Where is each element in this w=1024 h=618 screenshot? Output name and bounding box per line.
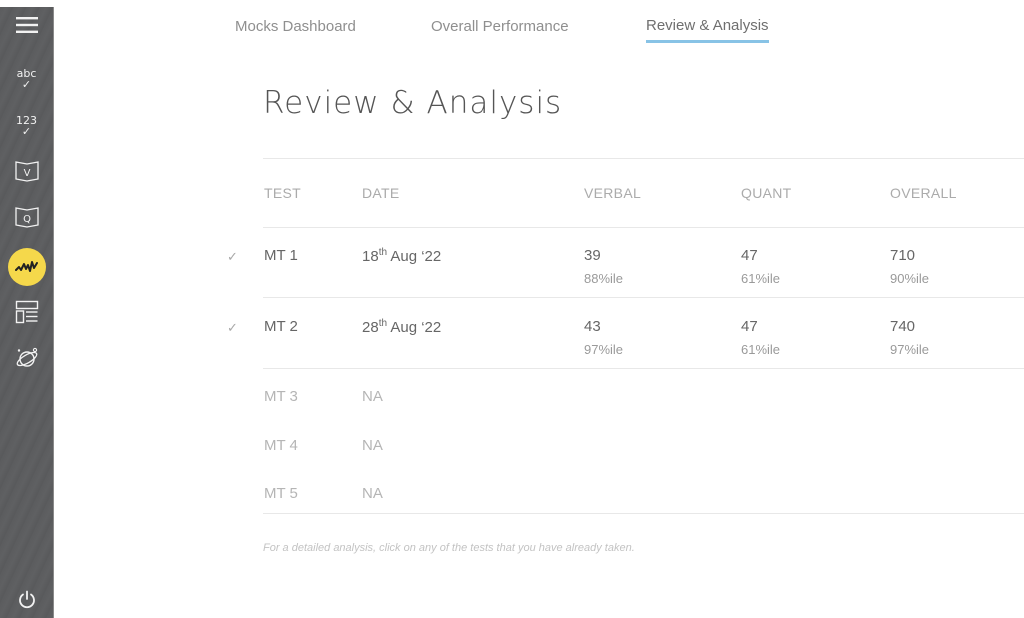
test-date: NA: [362, 485, 383, 502]
menu-button[interactable]: [0, 11, 53, 39]
test-name: MT 2: [264, 318, 298, 335]
date-rest: Aug ‘22: [387, 319, 442, 336]
tab-review-analysis[interactable]: Review & Analysis: [646, 17, 769, 43]
sidebar-item-verbal-book[interactable]: V: [0, 157, 53, 185]
pulse-wave-icon: [14, 261, 38, 272]
power-icon: [18, 590, 35, 609]
page-title: Review & Analysis: [263, 84, 563, 121]
quant-book-letter: Q: [23, 214, 31, 225]
quant-book-icon: Q: [14, 207, 39, 228]
test-name: MT 5: [264, 485, 298, 502]
layout-list-icon: [15, 300, 38, 324]
header-overall: OVERALL: [890, 185, 957, 201]
sidebar-item-layout[interactable]: [0, 297, 53, 327]
test-date: 28th Aug ‘22: [362, 318, 441, 336]
date-suffix: th: [378, 247, 388, 258]
quant-score: 47: [741, 318, 758, 335]
sidebar-item-verbal-practice[interactable]: abc ✓: [0, 63, 53, 95]
hamburger-menu-icon: [15, 17, 38, 33]
overall-percentile: 97%ile: [890, 342, 930, 357]
header-divider: [263, 227, 1024, 228]
header-test: TEST: [264, 185, 301, 201]
active-indicator: [7, 248, 46, 286]
completed-check-icon: ✓: [227, 249, 238, 264]
date-rest: Aug ‘22: [387, 248, 442, 265]
test-date: NA: [362, 437, 383, 454]
date-day: 18: [362, 248, 379, 265]
123-check-icon: 123 ✓: [16, 113, 37, 138]
date-suffix: th: [378, 318, 388, 329]
sidebar-item-quant-book[interactable]: Q: [0, 203, 53, 231]
verbal-score: 43: [584, 318, 601, 335]
planet-icon: [16, 347, 37, 367]
verbal-percentile: 97%ile: [584, 342, 624, 357]
logout-button[interactable]: [0, 587, 53, 613]
verbal-score: 39: [584, 247, 601, 264]
sidebar-item-mocks-analysis[interactable]: [0, 247, 53, 287]
verbal-percentile: 88%ile: [584, 271, 624, 286]
tab-overall-performance[interactable]: Overall Performance: [431, 18, 569, 35]
test-name: MT 1: [264, 247, 298, 264]
overall-percentile: 90%ile: [890, 271, 930, 286]
sidebar: abc ✓ 123 ✓ V Q: [0, 7, 54, 618]
overall-score: 740: [890, 318, 916, 335]
quant-percentile: 61%ile: [741, 342, 781, 357]
test-date: NA: [362, 388, 383, 405]
header-quant: QUANT: [741, 185, 792, 201]
quant-percentile: 61%ile: [741, 271, 781, 286]
verbal-book-icon: V: [14, 161, 39, 182]
overall-score: 710: [890, 247, 916, 264]
analysis-hint: For a detailed analysis, click on any of…: [263, 542, 635, 554]
abc-check-icon: abc ✓: [16, 66, 37, 91]
quant-score: 47: [741, 247, 758, 264]
header-verbal: VERBAL: [584, 185, 642, 201]
row-divider: [263, 368, 1024, 369]
row-divider: [263, 297, 1024, 298]
test-name: MT 3: [264, 388, 298, 405]
test-date: 18th Aug ‘22: [362, 247, 441, 265]
test-name: MT 4: [264, 437, 298, 454]
table-top-divider: [263, 158, 1024, 159]
tab-mocks-dashboard[interactable]: Mocks Dashboard: [235, 18, 356, 35]
verbal-book-letter: V: [23, 168, 30, 179]
table-bottom-divider: [263, 513, 1024, 514]
header-date: DATE: [362, 185, 400, 201]
sidebar-item-explore[interactable]: [0, 343, 53, 373]
completed-check-icon: ✓: [227, 320, 238, 335]
date-day: 28: [362, 319, 379, 336]
sidebar-item-quant-practice[interactable]: 123 ✓: [0, 110, 53, 142]
